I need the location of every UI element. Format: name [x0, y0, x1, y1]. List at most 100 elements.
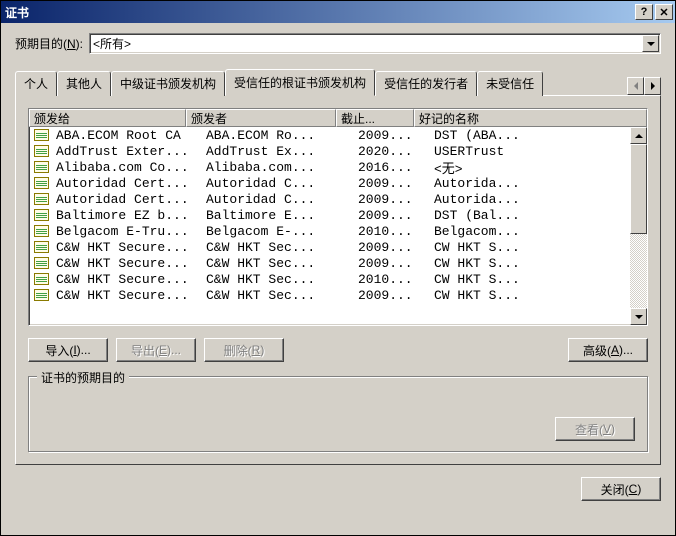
- cell-expires: 2009...: [354, 128, 430, 143]
- delete-button: 删除(R): [204, 338, 284, 362]
- cell-issued-to: AddTrust Exter...: [52, 144, 202, 159]
- cell-friendly: Autorida...: [430, 176, 624, 191]
- cell-issued-to: Autoridad Cert...: [52, 176, 202, 191]
- cell-issued-by: Belgacom E-...: [202, 224, 354, 239]
- import-button[interactable]: 导入(I)...: [28, 338, 108, 362]
- view-button: 查看(V): [555, 417, 635, 441]
- certificate-icon: [33, 145, 49, 158]
- cell-issued-to: Baltimore EZ b...: [52, 208, 202, 223]
- scroll-up-icon[interactable]: [630, 127, 647, 144]
- tab-scroll-right[interactable]: [644, 77, 661, 95]
- cell-expires: 2010...: [354, 272, 430, 287]
- cell-expires: 2009...: [354, 240, 430, 255]
- col-friendly[interactable]: 好记的名称: [414, 109, 647, 127]
- cell-expires: 2009...: [354, 176, 430, 191]
- certificate-icon: [33, 273, 49, 286]
- content: 预期目的(N): <所有> 个人其他人中级证书颁发机构受信任的根证书颁发机构受信…: [1, 23, 675, 535]
- cell-issued-to: C&W HKT Secure...: [52, 256, 202, 271]
- cell-friendly: DST (Bal...: [430, 208, 624, 223]
- intended-purpose-combo[interactable]: <所有>: [89, 33, 661, 54]
- list-header: 颁发给 颁发者 截止... 好记的名称: [29, 109, 647, 127]
- cell-issued-by: AddTrust Ex...: [202, 144, 354, 159]
- cell-issued-by: Autoridad C...: [202, 176, 354, 191]
- tab-0[interactable]: 个人: [15, 71, 57, 96]
- cell-issued-to: Alibaba.com Co...: [52, 160, 202, 175]
- cell-issued-by: C&W HKT Sec...: [202, 288, 354, 303]
- export-button: 导出(E)...: [116, 338, 196, 362]
- cell-issued-by: C&W HKT Sec...: [202, 240, 354, 255]
- table-row[interactable]: Alibaba.com Co...Alibaba.com...2016...<无…: [29, 159, 630, 175]
- cell-expires: 2009...: [354, 208, 430, 223]
- close-button[interactable]: 关闭(C): [581, 477, 661, 501]
- scrollbar-vertical[interactable]: [630, 127, 647, 325]
- cell-expires: 2010...: [354, 224, 430, 239]
- cell-issued-by: Baltimore E...: [202, 208, 354, 223]
- col-issued-to[interactable]: 颁发给: [29, 109, 186, 127]
- certificate-icon: [33, 225, 49, 238]
- col-expires[interactable]: 截止...: [336, 109, 414, 127]
- cell-issued-by: Autoridad C...: [202, 192, 354, 207]
- certificate-icon: [33, 193, 49, 206]
- cell-friendly: CW HKT S...: [430, 288, 624, 303]
- col-issued-by[interactable]: 颁发者: [186, 109, 336, 127]
- certificates-dialog: 证书 ? ✕ 预期目的(N): <所有> 个人其他人中级证书颁发机构受信任的根证…: [0, 0, 676, 536]
- certificate-icon: [33, 161, 49, 174]
- tab-2[interactable]: 中级证书颁发机构: [111, 71, 225, 96]
- cell-friendly: CW HKT S...: [430, 256, 624, 271]
- close-icon[interactable]: ✕: [655, 4, 673, 20]
- tabbar: 个人其他人中级证书颁发机构受信任的根证书颁发机构受信任的发行者未受信任: [15, 68, 661, 95]
- help-button[interactable]: ?: [635, 4, 653, 20]
- certificate-icon: [33, 129, 49, 142]
- table-row[interactable]: Baltimore EZ b...Baltimore E...2009...DS…: [29, 207, 630, 223]
- tab-scroll-left[interactable]: [627, 77, 644, 95]
- cell-expires: 2020...: [354, 144, 430, 159]
- tab-1[interactable]: 其他人: [57, 71, 111, 96]
- chevron-down-icon[interactable]: [642, 35, 659, 52]
- cell-issued-by: Alibaba.com...: [202, 160, 354, 175]
- cell-issued-to: Autoridad Cert...: [52, 192, 202, 207]
- tab-5[interactable]: 未受信任: [477, 71, 543, 96]
- advanced-button[interactable]: 高级(A)...: [568, 338, 648, 362]
- cell-friendly: Autorida...: [430, 192, 624, 207]
- cell-friendly: <无>: [430, 158, 624, 177]
- certificate-list[interactable]: 颁发给 颁发者 截止... 好记的名称 ABA.ECOM Root CAABA.…: [28, 108, 648, 326]
- cell-friendly: USERTrust: [430, 144, 624, 159]
- certificate-icon: [33, 209, 49, 222]
- cell-expires: 2016...: [354, 160, 430, 175]
- cell-issued-to: C&W HKT Secure...: [52, 288, 202, 303]
- table-row[interactable]: Autoridad Cert...Autoridad C...2009...Au…: [29, 191, 630, 207]
- cell-issued-by: ABA.ECOM Ro...: [202, 128, 354, 143]
- cell-issued-to: C&W HKT Secure...: [52, 272, 202, 287]
- table-row[interactable]: C&W HKT Secure...C&W HKT Sec...2010...CW…: [29, 271, 630, 287]
- titlebar[interactable]: 证书 ? ✕: [1, 1, 675, 23]
- cell-issued-to: Belgacom E-Tru...: [52, 224, 202, 239]
- cell-issued-by: C&W HKT Sec...: [202, 256, 354, 271]
- intended-purpose-group: 证书的预期目的 查看(V): [28, 376, 648, 452]
- tab-3[interactable]: 受信任的根证书颁发机构: [225, 69, 375, 96]
- cell-friendly: DST (ABA...: [430, 128, 624, 143]
- scroll-thumb[interactable]: [630, 144, 647, 234]
- certificate-icon: [33, 289, 49, 302]
- cell-issued-to: C&W HKT Secure...: [52, 240, 202, 255]
- window-title: 证书: [5, 4, 633, 21]
- cell-friendly: CW HKT S...: [430, 272, 624, 287]
- table-row[interactable]: Autoridad Cert...Autoridad C...2009...Au…: [29, 175, 630, 191]
- tab-4[interactable]: 受信任的发行者: [375, 71, 477, 96]
- certificate-icon: [33, 241, 49, 254]
- table-row[interactable]: C&W HKT Secure...C&W HKT Sec...2009...CW…: [29, 287, 630, 303]
- table-row[interactable]: C&W HKT Secure...C&W HKT Sec...2009...CW…: [29, 255, 630, 271]
- cell-expires: 2009...: [354, 192, 430, 207]
- certificate-icon: [33, 257, 49, 270]
- table-row[interactable]: ABA.ECOM Root CAABA.ECOM Ro...2009...DST…: [29, 127, 630, 143]
- cell-friendly: CW HKT S...: [430, 240, 624, 255]
- intended-purpose-value: <所有>: [90, 35, 641, 52]
- certificate-icon: [33, 177, 49, 190]
- cell-expires: 2009...: [354, 256, 430, 271]
- scroll-down-icon[interactable]: [630, 308, 647, 325]
- tab-scroll: [627, 77, 661, 95]
- intended-purpose-label: 预期目的(N):: [15, 35, 83, 52]
- table-row[interactable]: Belgacom E-Tru...Belgacom E-...2010...Be…: [29, 223, 630, 239]
- group-title: 证书的预期目的: [37, 369, 129, 386]
- table-row[interactable]: C&W HKT Secure...C&W HKT Sec...2009...CW…: [29, 239, 630, 255]
- scroll-track[interactable]: [630, 144, 647, 308]
